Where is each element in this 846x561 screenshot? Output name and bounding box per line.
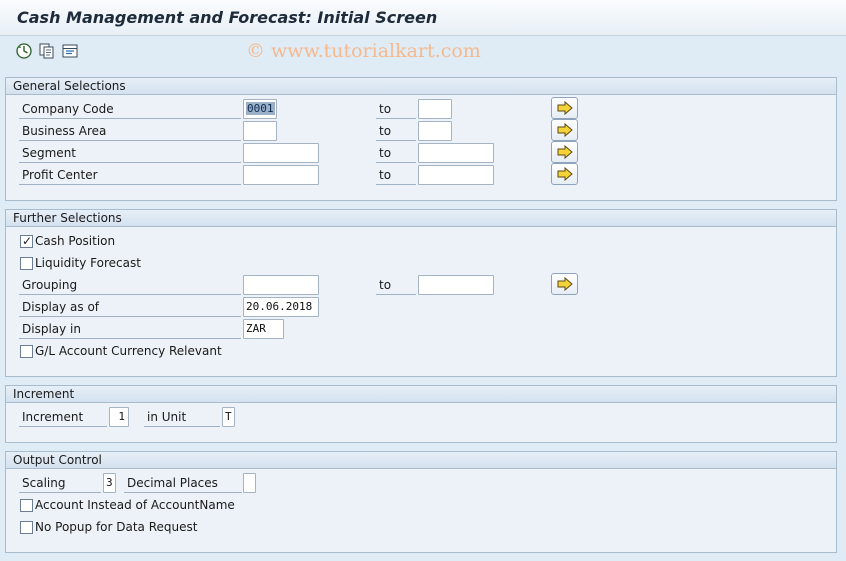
increment-input[interactable]: 1: [109, 407, 129, 427]
further-selections-header: Further Selections: [6, 210, 836, 227]
watermark-text: © www.tutorialkart.com: [246, 40, 481, 62]
company-code-from-input[interactable]: 0001: [243, 99, 277, 119]
multiple-selection-arrow-icon: [557, 123, 573, 137]
segment-label: Segment: [19, 143, 241, 163]
display-as-of-label: Display as of: [19, 297, 241, 317]
company-code-label: Company Code: [19, 99, 241, 119]
business-area-label: Business Area: [19, 121, 241, 141]
segment-to-label: to: [376, 143, 416, 163]
scaling-input[interactable]: 3: [103, 473, 116, 493]
decimal-places-input[interactable]: [243, 473, 256, 493]
scaling-label: Scaling: [19, 473, 101, 493]
selection-options-icon[interactable]: [61, 42, 79, 60]
account-instead-checkbox[interactable]: [20, 499, 33, 512]
segment-multiple-selection-button[interactable]: [551, 141, 578, 163]
cash-position-label: Cash Position: [35, 234, 116, 248]
grouping-to-input[interactable]: [418, 275, 494, 295]
no-popup-checkbox[interactable]: [20, 521, 33, 534]
execute-icon[interactable]: [15, 42, 33, 60]
multiple-selection-arrow-icon: [557, 145, 573, 159]
multiple-selection-arrow-icon: [557, 167, 573, 181]
cash-position-checkbox[interactable]: ✓: [20, 234, 33, 248]
grouping-from-input[interactable]: [243, 275, 319, 295]
page-title: Cash Management and Forecast: Initial Sc…: [17, 8, 438, 27]
output-control-header: Output Control: [6, 452, 836, 469]
profit-center-from-input[interactable]: [243, 165, 319, 185]
gl-account-currency-label: G/L Account Currency Relevant: [35, 344, 222, 358]
grouping-label: Grouping: [19, 275, 241, 295]
get-variant-icon[interactable]: [38, 42, 56, 60]
grouping-to-label: to: [376, 275, 416, 295]
multiple-selection-arrow-icon: [557, 277, 573, 291]
display-as-of-input[interactable]: 20.06.2018: [243, 297, 319, 317]
decimal-places-label: Decimal Places: [124, 473, 242, 493]
profit-center-to-label: to: [376, 165, 416, 185]
increment-group: Increment: [5, 385, 837, 443]
company-code-multiple-selection-button[interactable]: [551, 97, 578, 119]
profit-center-multiple-selection-button[interactable]: [551, 163, 578, 185]
title-bar: Cash Management and Forecast: Initial Sc…: [0, 0, 846, 36]
business-area-from-input[interactable]: [243, 121, 277, 141]
unit-input[interactable]: T: [222, 407, 235, 427]
display-in-label: Display in: [19, 319, 241, 339]
right-edge: [838, 66, 846, 561]
liquidity-forecast-checkbox[interactable]: [20, 257, 33, 270]
liquidity-forecast-label: Liquidity Forecast: [35, 256, 141, 270]
segment-to-input[interactable]: [418, 143, 494, 163]
company-code-to-label: to: [376, 99, 416, 119]
display-in-input[interactable]: ZAR: [243, 319, 284, 339]
checkmark-icon: ✓: [22, 234, 33, 248]
increment-label: Increment: [19, 407, 107, 427]
no-popup-label: No Popup for Data Request: [35, 520, 198, 534]
general-selections-header: General Selections: [6, 78, 836, 95]
company-code-to-input[interactable]: [418, 99, 452, 119]
grouping-multiple-selection-button[interactable]: [551, 273, 578, 295]
multiple-selection-arrow-icon: [557, 101, 573, 115]
account-instead-label: Account Instead of AccountName: [35, 498, 235, 512]
increment-header: Increment: [6, 386, 836, 403]
profit-center-to-input[interactable]: [418, 165, 494, 185]
business-area-to-input[interactable]: [418, 121, 452, 141]
segment-from-input[interactable]: [243, 143, 319, 163]
in-unit-label: in Unit: [144, 407, 220, 427]
gl-account-currency-checkbox[interactable]: [20, 345, 33, 358]
business-area-to-label: to: [376, 121, 416, 141]
business-area-multiple-selection-button[interactable]: [551, 119, 578, 141]
profit-center-label: Profit Center: [19, 165, 241, 185]
